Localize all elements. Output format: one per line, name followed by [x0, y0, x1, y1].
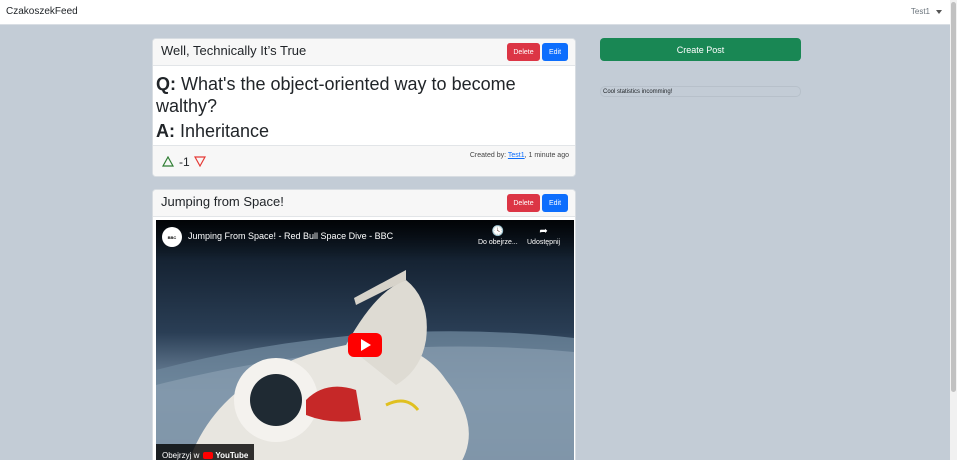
post-header: Jumping from Space! Delete Edit: [153, 190, 575, 217]
video-embed[interactable]: BBC Jumping From Space! - Red Bull Space…: [156, 220, 574, 460]
delete-button[interactable]: Delete: [507, 194, 540, 212]
create-post-button[interactable]: Create Post: [600, 38, 801, 61]
play-button[interactable]: [348, 333, 382, 357]
scrollbar-thumb[interactable]: [951, 2, 956, 392]
user-name: Test1: [910, 7, 930, 16]
play-icon: [361, 339, 371, 351]
share-label: Udostępnij: [527, 239, 561, 246]
created-time: , 1 minute ago: [524, 152, 569, 159]
question-text: What's the object-oriented way to become…: [156, 74, 516, 116]
author-link[interactable]: Test1: [508, 152, 525, 159]
youtube-logo: YouTube: [203, 451, 248, 460]
delete-button[interactable]: Delete: [507, 43, 540, 61]
post-title: Jumping from Space!: [161, 194, 284, 209]
downvote-icon[interactable]: [194, 156, 206, 167]
post-question: Q: What's the object-oriented way to bec…: [156, 73, 556, 117]
created-info: Created by: Test1, 1 minute ago: [470, 152, 569, 159]
watch-on-label: Obejrzyj w: [162, 450, 200, 460]
navbar: CzakoszekFeed Test1: [0, 0, 950, 25]
post-card: Well, Technically It’s True Delete Edit …: [152, 38, 576, 177]
post-answer: A: Inheritance: [156, 120, 269, 142]
edit-button[interactable]: Edit: [542, 194, 568, 212]
share-button[interactable]: ➦ Udostępnij: [527, 226, 560, 246]
brand-link[interactable]: CzakoszekFeed: [6, 6, 78, 17]
question-prefix: Q:: [156, 74, 176, 94]
answer-prefix: A:: [156, 121, 175, 141]
watch-later-button[interactable]: 🕓 Do obejrze...: [478, 226, 518, 246]
edit-button[interactable]: Edit: [542, 43, 568, 61]
post-header: Well, Technically It’s True Delete Edit: [153, 39, 575, 66]
video-title[interactable]: Jumping From Space! - Red Bull Space Div…: [188, 231, 393, 241]
page-scrollbar[interactable]: [950, 0, 957, 460]
clock-icon: 🕓: [491, 226, 505, 237]
post-card: Jumping from Space! Delete Edit BBC Jump…: [152, 189, 576, 460]
post-footer: -1 Created by: Test1, 1 minute ago: [153, 145, 575, 176]
upvote-icon[interactable]: [162, 156, 174, 167]
channel-logo[interactable]: BBC: [162, 227, 182, 247]
watch-on-youtube-button[interactable]: Obejrzyj w YouTube: [156, 444, 255, 460]
post-title: Well, Technically It’s True: [161, 43, 307, 58]
watch-later-label: Do obejrze...: [478, 239, 518, 246]
answer-text: Inheritance: [175, 121, 270, 141]
created-prefix: Created by:: [469, 152, 508, 159]
user-dropdown[interactable]: Test1: [911, 7, 942, 16]
youtube-wordmark: YouTube: [215, 450, 249, 460]
youtube-icon: [203, 451, 214, 459]
caret-down-icon: [936, 9, 942, 14]
share-arrow-icon: ➦: [539, 226, 548, 237]
statistics-panel: Cool statistics incomming!: [600, 86, 801, 97]
vote-count: -1: [179, 155, 190, 169]
